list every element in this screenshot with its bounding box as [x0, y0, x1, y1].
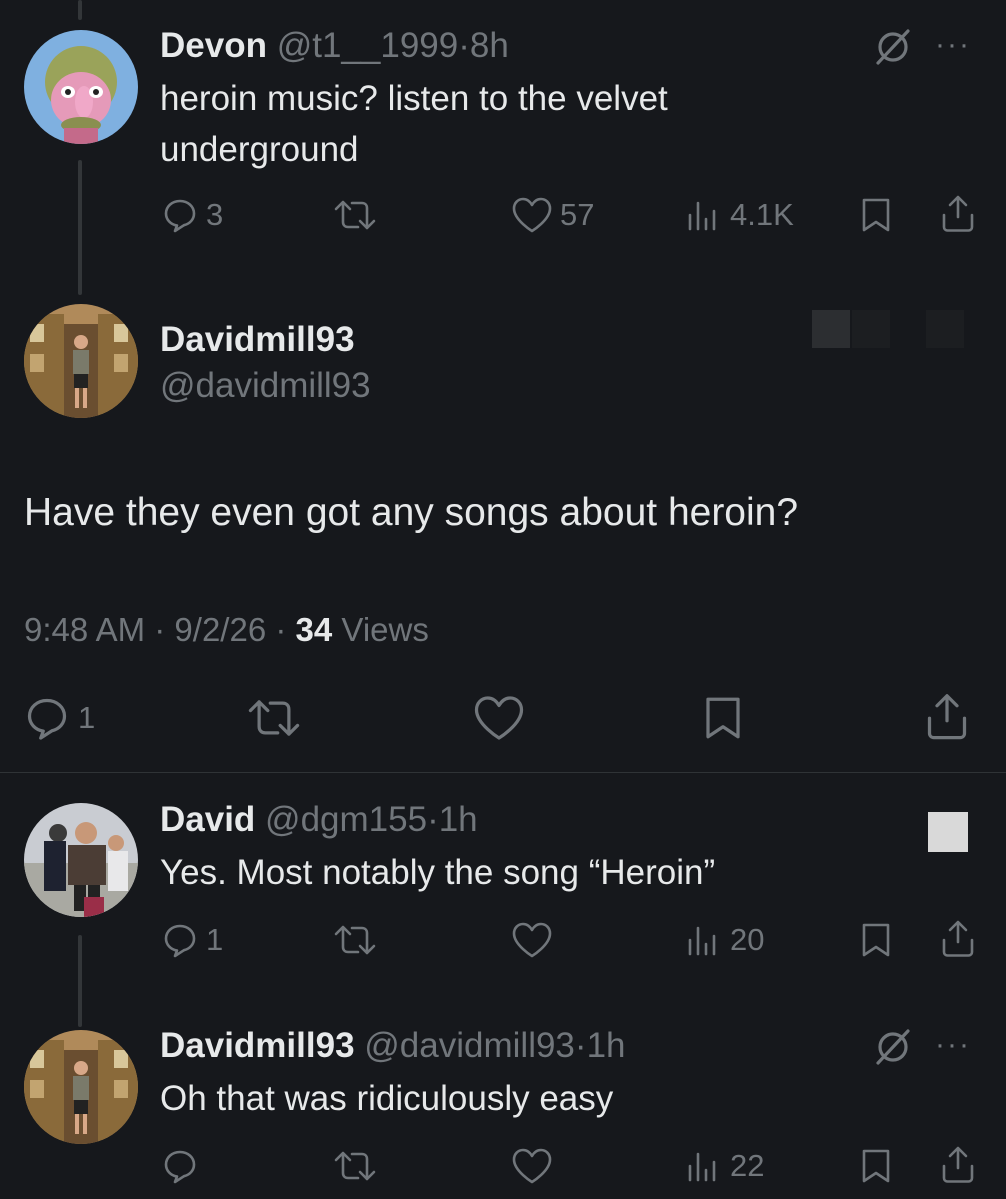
views-count: 34 — [295, 611, 333, 648]
views-button[interactable]: 4.1K — [684, 195, 794, 235]
thread-line-top — [78, 0, 82, 20]
bookmark-button[interactable] — [858, 1146, 894, 1186]
author-name[interactable]: Devon — [160, 26, 267, 65]
reply-count: 3 — [206, 197, 224, 232]
like-count: 57 — [560, 197, 595, 232]
author-handle[interactable]: @t1__1999 — [277, 26, 459, 65]
avatar-devon[interactable] — [24, 30, 138, 144]
share-button[interactable] — [938, 1144, 978, 1186]
bookmark-button[interactable] — [858, 195, 894, 235]
bookmark-icon — [862, 923, 890, 957]
reply-icon — [164, 199, 196, 233]
separator: · — [458, 26, 470, 65]
repost-button[interactable] — [330, 195, 380, 235]
bookmark-icon — [706, 697, 740, 739]
repost-button[interactable] — [243, 693, 305, 743]
reply-button[interactable] — [160, 1146, 200, 1186]
views-icon — [688, 201, 716, 231]
redacted-block — [852, 310, 890, 348]
more-options-icon[interactable]: ··· — [935, 1028, 971, 1062]
separator: · — [154, 611, 166, 648]
avatar-david[interactable] — [24, 803, 138, 917]
post-header-devon: Devon @t1__1999·8h — [160, 24, 509, 68]
like-button[interactable] — [510, 1146, 554, 1186]
post-text: Oh that was ridiculously easy — [160, 1079, 614, 1118]
share-button[interactable] — [938, 193, 978, 235]
separator: · — [275, 611, 287, 648]
post-text: heroin music? listen to the velvet under… — [160, 79, 668, 169]
heart-icon — [474, 696, 524, 740]
separator: · — [427, 800, 439, 839]
repost-icon — [248, 700, 300, 736]
share-icon — [942, 920, 974, 957]
views-count: 22 — [730, 1148, 765, 1183]
thread-line-david — [78, 935, 82, 1027]
author-name[interactable]: David — [160, 800, 255, 839]
repost-button[interactable] — [330, 920, 380, 960]
bookmark-icon — [862, 198, 890, 232]
redacted-block — [926, 310, 964, 348]
main-post-meta: 9:48 AM · 9/2/26 · 34 Views — [24, 608, 429, 652]
like-button[interactable]: 57 — [510, 195, 594, 235]
share-button[interactable] — [938, 918, 978, 960]
repost-icon — [334, 925, 376, 955]
reply-button[interactable]: 1 — [22, 693, 95, 743]
repost-icon — [334, 1151, 376, 1181]
repost-icon — [334, 200, 376, 230]
reply-icon — [164, 924, 196, 958]
views-icon — [688, 926, 716, 956]
bookmark-button[interactable] — [858, 920, 894, 960]
reply-count: 1 — [206, 922, 224, 957]
post-text: Yes. Most notably the song “Heroin” — [160, 853, 716, 892]
post-header-david: David @dgm155·1h — [160, 798, 478, 842]
share-button[interactable] — [922, 690, 972, 744]
post-time[interactable]: 1h — [587, 1026, 626, 1065]
heart-icon — [512, 197, 552, 233]
share-icon — [942, 1146, 974, 1183]
more-options-icon[interactable]: ··· — [935, 28, 971, 62]
grok-icon[interactable] — [872, 1026, 914, 1073]
views-label: Views — [332, 611, 429, 648]
bookmark-icon — [862, 1149, 890, 1183]
avatar-davidmill93[interactable] — [24, 1030, 138, 1144]
main-post-text: Have they even got any songs about heroi… — [24, 491, 799, 534]
like-button[interactable] — [510, 920, 554, 960]
redacted-block — [812, 310, 850, 348]
grok-icon[interactable] — [872, 26, 914, 73]
bookmark-button[interactable] — [700, 693, 746, 743]
author-name[interactable]: Davidmill93 — [160, 1026, 355, 1065]
heart-icon — [512, 922, 552, 958]
main-author-handle[interactable]: @davidmill93 — [160, 364, 371, 408]
views-icon — [688, 1152, 716, 1182]
post-time[interactable]: 1h — [439, 800, 478, 839]
reply-icon — [164, 1150, 196, 1184]
author-handle[interactable]: @dgm155 — [265, 800, 427, 839]
heart-icon — [512, 1148, 552, 1184]
views-count: 4.1K — [730, 197, 794, 232]
divider — [0, 772, 1006, 773]
post-time[interactable]: 9:48 AM — [24, 611, 145, 648]
share-icon — [927, 694, 967, 740]
post-date[interactable]: 9/2/26 — [174, 611, 266, 648]
like-button[interactable] — [471, 693, 527, 743]
views-count: 20 — [730, 922, 765, 957]
separator: · — [574, 1026, 587, 1065]
post-time[interactable]: 8h — [470, 26, 509, 65]
author-handle[interactable]: @davidmill93 — [364, 1026, 575, 1065]
main-author-name[interactable]: Davidmill93 — [160, 318, 355, 362]
repost-button[interactable] — [330, 1146, 380, 1186]
views-button[interactable]: 22 — [684, 1146, 764, 1186]
redacted-block — [928, 812, 968, 852]
thread-line-devon — [78, 160, 82, 295]
share-icon — [942, 195, 974, 232]
post-header-davidmill93: Davidmill93 @davidmill93·1h — [160, 1024, 626, 1068]
views-button[interactable]: 20 — [684, 920, 764, 960]
avatar-davidmill93[interactable] — [24, 304, 138, 418]
reply-button[interactable]: 1 — [160, 920, 223, 960]
reply-icon — [27, 698, 67, 740]
reply-count: 1 — [78, 700, 96, 735]
reply-button[interactable]: 3 — [160, 195, 223, 235]
